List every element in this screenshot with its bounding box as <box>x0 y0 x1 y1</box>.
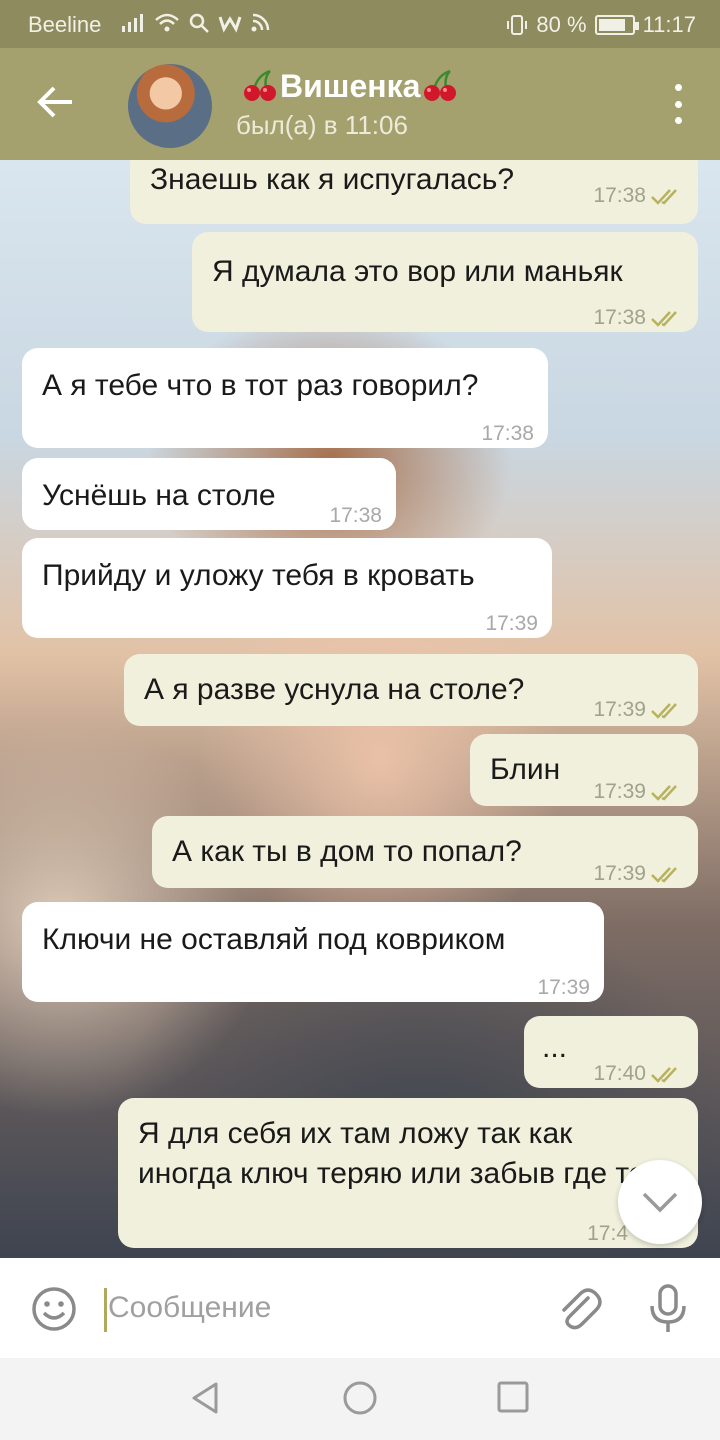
message-bubble-incoming[interactable]: Прийду и уложу тебя в кровать 17:39 <box>22 538 552 638</box>
message-text: ... <box>542 1031 568 1064</box>
message-text: Я для себя их там ложу так как иногда кл… <box>138 1117 646 1190</box>
message-text: Прийду и уложу тебя в кровать <box>42 559 475 592</box>
message-text: А я тебе что в тот раз говорил? <box>42 369 479 402</box>
more-vertical-icon[interactable] <box>672 84 684 124</box>
message-time: 17:39 <box>593 780 646 803</box>
text-caret <box>104 1288 107 1332</box>
message-bubble-outgoing[interactable]: Я для себя их там ложу так как иногда кл… <box>118 1098 698 1248</box>
message-text: Уснёшь на столе <box>42 479 276 512</box>
message-time: 17:38 <box>593 306 646 329</box>
status-right: 80 % 11:17 <box>506 12 696 38</box>
message-bubble-outgoing[interactable]: А я разве уснула на столе? 17:39 <box>124 654 698 726</box>
clock: 11:17 <box>642 12 696 37</box>
message-bubble-outgoing[interactable]: Я думала это вор или маньяк 17:38 <box>192 232 698 332</box>
message-text: А я разве уснула на столе? <box>144 673 525 706</box>
contact-name[interactable]: Вишенка <box>240 68 460 105</box>
search-icon <box>189 13 209 33</box>
contact-name-text: Вишенка <box>280 68 421 104</box>
message-text: Знаешь как я испугалась? <box>150 163 515 196</box>
message-bubble-incoming[interactable]: А я тебе что в тот раз говорил? 17:38 <box>22 348 548 448</box>
carrier-label: Beeline <box>28 12 102 37</box>
message-text: А как ты в дом то попал? <box>172 835 522 868</box>
back-arrow-icon[interactable] <box>30 76 82 128</box>
chat-header: Вишенка был(а) в 11:06 <box>0 48 720 160</box>
w-icon <box>218 16 242 33</box>
battery-percent: 80 % <box>536 12 587 37</box>
message-bubble-outgoing[interactable]: ... 17:40 <box>524 1016 698 1088</box>
message-meta: 17:38 <box>593 298 684 338</box>
battery-icon <box>594 15 639 35</box>
double-check-icon <box>651 703 677 719</box>
cherry-icon <box>424 69 457 101</box>
message-time: 17:38 <box>481 422 534 445</box>
double-check-icon <box>651 785 677 801</box>
status-icons <box>120 12 270 34</box>
message-bubble-incoming[interactable]: Ключи не оставляй под ковриком 17:39 <box>22 902 604 1002</box>
system-nav-bar <box>0 1358 720 1440</box>
message-time: 17:39 <box>593 698 646 721</box>
message-meta: 17:40 <box>593 1054 684 1094</box>
cherry-icon <box>244 69 276 101</box>
message-meta: 17:38 <box>329 496 382 536</box>
message-bubble-outgoing[interactable]: А как ты в дом то попал? 17:39 <box>152 816 698 888</box>
message-time: 17:39 <box>537 976 590 999</box>
double-check-icon <box>651 311 677 327</box>
last-seen-status: был(а) в 11:06 <box>236 110 408 140</box>
message-meta: 17:38 <box>593 176 684 216</box>
scroll-down-button[interactable] <box>618 1160 702 1244</box>
vibrate-icon <box>507 15 528 35</box>
double-check-icon <box>651 867 677 883</box>
composer <box>0 1258 720 1358</box>
nav-back-icon[interactable] <box>188 1380 224 1416</box>
chat-messages[interactable]: Знаешь как я испугалась? 17:38 Я думала … <box>0 160 720 1258</box>
status-bar: Beeline 80 % 11:17 <box>0 0 720 48</box>
message-meta: 17:38 <box>481 414 534 454</box>
message-time: 17:40 <box>593 1062 646 1085</box>
message-bubble-outgoing[interactable]: Блин 17:39 <box>470 734 698 806</box>
chevron-down-icon <box>642 1192 678 1213</box>
message-bubble-incoming[interactable]: Уснёшь на столе 17:38 <box>22 458 396 530</box>
message-meta: 17:39 <box>537 968 590 1008</box>
signal-icon <box>122 14 143 32</box>
message-time: 17:39 <box>485 612 538 635</box>
emoji-icon[interactable] <box>30 1285 78 1333</box>
message-input[interactable] <box>108 1282 528 1334</box>
microphone-icon[interactable] <box>644 1282 692 1334</box>
attach-icon[interactable] <box>552 1282 604 1334</box>
double-check-icon <box>651 1067 677 1083</box>
message-text: Блин <box>490 753 561 786</box>
message-meta: 17:39 <box>593 690 684 730</box>
wifi-icon <box>155 13 179 32</box>
battery-level <box>598 19 625 31</box>
message-meta: 17:39 <box>593 854 684 894</box>
message-meta: 17:39 <box>485 604 538 644</box>
message-meta: 17:39 <box>593 772 684 812</box>
message-text: Я думала это вор или маньяк <box>212 255 623 288</box>
nav-home-icon[interactable] <box>342 1380 378 1416</box>
message-time: 17:39 <box>593 862 646 885</box>
nav-recent-apps-icon[interactable] <box>496 1380 530 1414</box>
double-check-icon <box>651 189 677 205</box>
message-bubble-outgoing[interactable]: Знаешь как я испугалась? 17:38 <box>130 160 698 224</box>
avatar[interactable] <box>128 64 212 148</box>
message-text: Ключи не оставляй под ковриком <box>42 923 506 956</box>
message-time: 17:38 <box>593 184 646 207</box>
rss-icon <box>251 13 270 32</box>
message-time: 17:38 <box>329 504 382 527</box>
